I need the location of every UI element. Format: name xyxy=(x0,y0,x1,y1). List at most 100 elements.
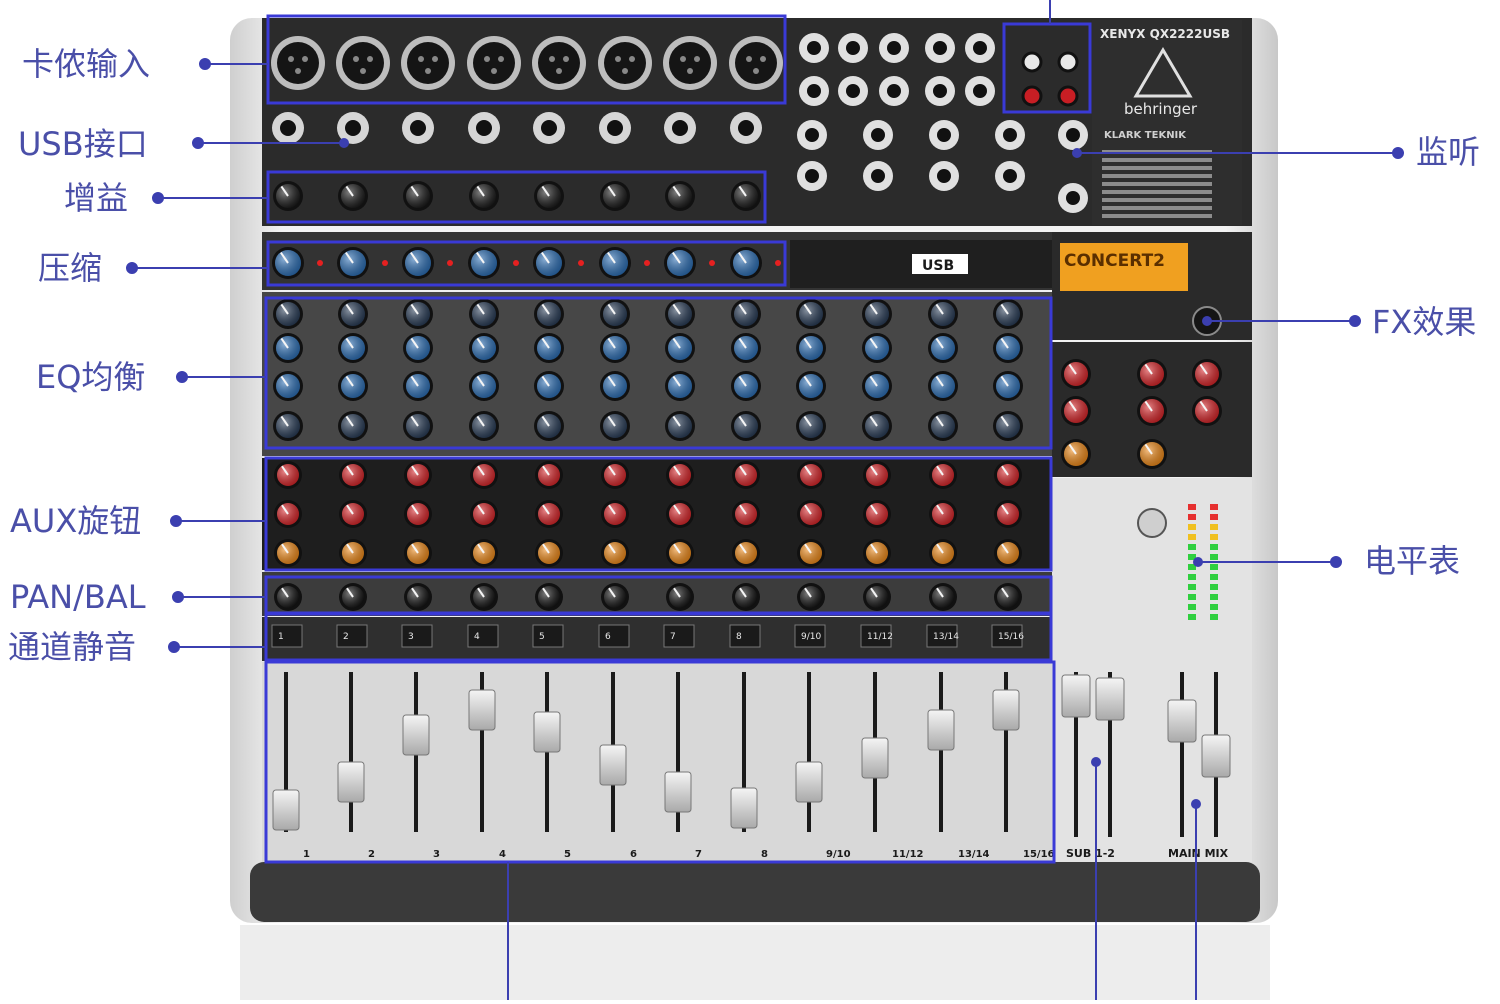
gain-knob[interactable] xyxy=(469,181,499,211)
channel-fader[interactable] xyxy=(730,787,758,829)
aux-knob[interactable] xyxy=(863,539,891,567)
line-input-jack[interactable] xyxy=(599,112,631,144)
eq-knob[interactable] xyxy=(403,333,433,363)
channel-fader[interactable] xyxy=(337,761,365,803)
eq-knob[interactable] xyxy=(469,371,499,401)
aux-knob[interactable] xyxy=(274,539,302,567)
xlr-input-jack[interactable] xyxy=(663,36,717,90)
rca-jack[interactable] xyxy=(1057,85,1079,107)
channel-fader[interactable] xyxy=(402,714,430,756)
mute-button[interactable]: 11/12 xyxy=(860,624,893,648)
mute-button[interactable]: 8 xyxy=(729,624,761,648)
eq-knob[interactable] xyxy=(534,371,564,401)
aux-knob[interactable] xyxy=(470,461,498,489)
eq-knob[interactable] xyxy=(338,299,368,329)
mute-button[interactable]: 9/10 xyxy=(794,624,826,648)
gain-knob[interactable] xyxy=(403,181,433,211)
xlr-input-jack[interactable] xyxy=(598,36,652,90)
mute-button[interactable]: 4 xyxy=(467,624,499,648)
mute-button[interactable]: 5 xyxy=(532,624,564,648)
aux-knob[interactable] xyxy=(404,500,432,528)
eq-knob[interactable] xyxy=(273,299,303,329)
aux-knob[interactable] xyxy=(404,539,432,567)
aux-knob[interactable] xyxy=(797,461,825,489)
eq-knob[interactable] xyxy=(731,299,761,329)
eq-knob[interactable] xyxy=(600,371,630,401)
eq-knob[interactable] xyxy=(665,333,695,363)
eq-knob[interactable] xyxy=(469,411,499,441)
eq-knob[interactable] xyxy=(469,333,499,363)
gain-knob[interactable] xyxy=(665,181,695,211)
channel-fader[interactable] xyxy=(861,737,889,779)
pan-knob[interactable] xyxy=(797,583,825,611)
eq-knob[interactable] xyxy=(993,299,1023,329)
aux-return-knob[interactable] xyxy=(1137,439,1167,469)
aux-knob[interactable] xyxy=(994,461,1022,489)
eq-knob[interactable] xyxy=(338,411,368,441)
aux-knob[interactable] xyxy=(929,500,957,528)
eq-knob[interactable] xyxy=(403,411,433,441)
line-input-jack[interactable] xyxy=(272,112,304,144)
bus-fader[interactable] xyxy=(1201,734,1231,778)
compressor-knob[interactable] xyxy=(468,247,500,279)
rca-jack[interactable] xyxy=(1021,51,1043,73)
aux-return-knob[interactable] xyxy=(1061,396,1091,426)
xlr-input-jack[interactable] xyxy=(532,36,586,90)
aux-knob[interactable] xyxy=(535,539,563,567)
stereo-jack[interactable] xyxy=(863,120,893,150)
eq-knob[interactable] xyxy=(403,371,433,401)
eq-knob[interactable] xyxy=(600,333,630,363)
gain-knob[interactable] xyxy=(534,181,564,211)
compressor-knob[interactable] xyxy=(664,247,696,279)
aux-return-knob[interactable] xyxy=(1192,359,1222,389)
aux-knob[interactable] xyxy=(666,461,694,489)
aux-knob[interactable] xyxy=(601,500,629,528)
eq-knob[interactable] xyxy=(273,371,303,401)
stereo-jack[interactable] xyxy=(995,120,1025,150)
stereo-jack[interactable] xyxy=(1058,183,1088,213)
channel-fader[interactable] xyxy=(927,709,955,751)
bus-fader[interactable] xyxy=(1095,677,1125,721)
stereo-jack[interactable] xyxy=(863,161,893,191)
aux-knob[interactable] xyxy=(994,500,1022,528)
eq-knob[interactable] xyxy=(993,411,1023,441)
aux-knob[interactable] xyxy=(666,500,694,528)
eq-knob[interactable] xyxy=(273,411,303,441)
rca-jack[interactable] xyxy=(1057,51,1079,73)
xlr-input-jack[interactable] xyxy=(467,36,521,90)
aux-knob[interactable] xyxy=(601,539,629,567)
gain-knob[interactable] xyxy=(731,181,761,211)
compressor-knob[interactable] xyxy=(337,247,369,279)
compressor-knob[interactable] xyxy=(272,247,304,279)
line-input-jack[interactable] xyxy=(402,112,434,144)
line-input-jack[interactable] xyxy=(664,112,696,144)
channel-fader[interactable] xyxy=(664,771,692,813)
compressor-knob[interactable] xyxy=(730,247,762,279)
mute-button[interactable]: 13/14 xyxy=(926,624,959,648)
eq-knob[interactable] xyxy=(731,411,761,441)
eq-knob[interactable] xyxy=(665,299,695,329)
eq-knob[interactable] xyxy=(928,411,958,441)
eq-knob[interactable] xyxy=(534,299,564,329)
eq-knob[interactable] xyxy=(928,371,958,401)
aux-return-knob[interactable] xyxy=(1061,359,1091,389)
aux-knob[interactable] xyxy=(863,461,891,489)
mute-button[interactable]: 2 xyxy=(336,624,368,648)
pan-knob[interactable] xyxy=(470,583,498,611)
stereo-jack[interactable] xyxy=(797,161,827,191)
eq-knob[interactable] xyxy=(665,371,695,401)
eq-knob[interactable] xyxy=(862,333,892,363)
stereo-jack[interactable] xyxy=(929,161,959,191)
stereo-jack[interactable] xyxy=(965,33,995,63)
pan-knob[interactable] xyxy=(404,583,432,611)
stereo-jack[interactable] xyxy=(838,76,868,106)
aux-return-knob[interactable] xyxy=(1137,359,1167,389)
mute-button[interactable]: 1 xyxy=(271,624,303,648)
eq-knob[interactable] xyxy=(600,299,630,329)
aux-knob[interactable] xyxy=(535,461,563,489)
aux-return-knob[interactable] xyxy=(1137,396,1167,426)
line-input-jack[interactable] xyxy=(468,112,500,144)
aux-knob[interactable] xyxy=(732,539,760,567)
eq-knob[interactable] xyxy=(796,411,826,441)
aux-knob[interactable] xyxy=(339,500,367,528)
